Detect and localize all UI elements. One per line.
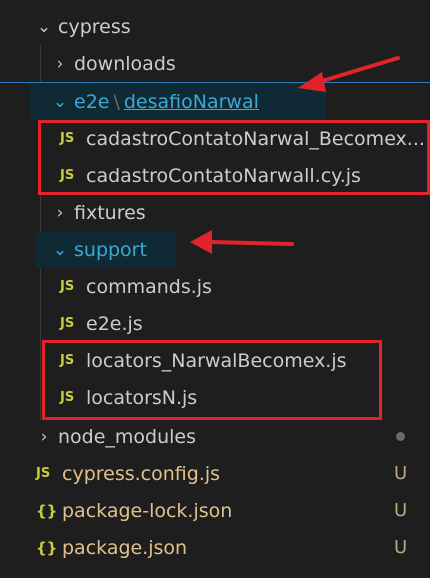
tree-item-e2e[interactable]: ⌄ e2e \ desafioNarwal	[0, 83, 430, 120]
tree-item-package-json[interactable]: {} package.json U	[0, 529, 430, 566]
javascript-file-icon: JS	[60, 353, 75, 368]
tree-item-label: e2e.js	[86, 312, 143, 335]
chevron-down-icon: ⌄	[52, 91, 68, 112]
tree-item-label: e2e	[74, 90, 110, 113]
tree-item-label: cypress	[58, 15, 131, 38]
tree-item-label: cadastroContatoNarwal_Becomex...	[86, 127, 425, 150]
tree-item-label: locators_NarwalBecomex.js	[86, 349, 347, 372]
tree-item-locatorsN[interactable]: JS locatorsN.js	[0, 379, 430, 416]
tree-item-label: support	[74, 238, 147, 261]
javascript-file-icon: JS	[60, 279, 75, 294]
chevron-down-icon: ⌄	[36, 16, 52, 37]
chevron-right-icon: ›	[56, 202, 64, 223]
tree-item-label: downloads	[74, 52, 176, 75]
tree-item-cypress[interactable]: ⌄ cypress	[0, 8, 430, 45]
chevron-down-icon: ⌄	[52, 239, 68, 260]
tree-item-sublabel[interactable]: desafioNarwal	[124, 91, 259, 113]
status-dot-icon	[396, 432, 405, 441]
json-file-icon: {}	[36, 501, 58, 520]
json-file-icon: {}	[36, 538, 58, 557]
chevron-right-icon: ›	[40, 426, 48, 447]
javascript-file-icon: JS	[36, 466, 51, 481]
tree-item-cypress-config[interactable]: JS cypress.config.js U	[0, 455, 430, 492]
git-status-badge: U	[394, 463, 408, 484]
tree-item-label: locatorsN.js	[86, 386, 198, 409]
chevron-right-icon: ›	[56, 53, 64, 74]
tree-item-label: package.json	[62, 536, 188, 559]
file-explorer-tree: ⌄ cypress › downloads ⌄ e2e \ desafioNar…	[0, 0, 430, 578]
tree-item-label: cadastroContatoNarwall.cy.js	[86, 164, 361, 187]
tree-item-fixtures[interactable]: › fixtures	[0, 194, 430, 231]
tree-item-node-modules[interactable]: › node_modules	[0, 418, 430, 455]
tree-item-label: node_modules	[58, 425, 197, 448]
tree-item-downloads[interactable]: › downloads	[0, 45, 430, 82]
tree-item-label: fixtures	[74, 201, 146, 224]
javascript-file-icon: JS	[60, 390, 75, 405]
javascript-file-icon: JS	[60, 316, 75, 331]
tree-item-label: commands.js	[86, 275, 212, 298]
tree-item-support[interactable]: ⌄ support	[0, 231, 430, 268]
tree-item-label: cypress.config.js	[62, 462, 221, 485]
path-separator: \	[113, 90, 120, 113]
tree-item-cadastro-narwall[interactable]: JS cadastroContatoNarwall.cy.js	[0, 157, 430, 194]
git-status-badge: U	[394, 500, 408, 521]
javascript-file-icon: JS	[60, 168, 75, 183]
javascript-file-icon: JS	[60, 131, 75, 146]
git-status-badge: U	[394, 537, 408, 558]
tree-item-label: package-lock.json	[62, 499, 233, 522]
tree-item-commands[interactable]: JS commands.js	[0, 268, 430, 305]
tree-item-locators-narwal[interactable]: JS locators_NarwalBecomex.js	[0, 342, 430, 379]
tree-item-cadastro-becomex[interactable]: JS cadastroContatoNarwal_Becomex...	[0, 120, 430, 157]
tree-item-package-lock[interactable]: {} package-lock.json U	[0, 492, 430, 529]
tree-item-e2e-js[interactable]: JS e2e.js	[0, 305, 430, 342]
